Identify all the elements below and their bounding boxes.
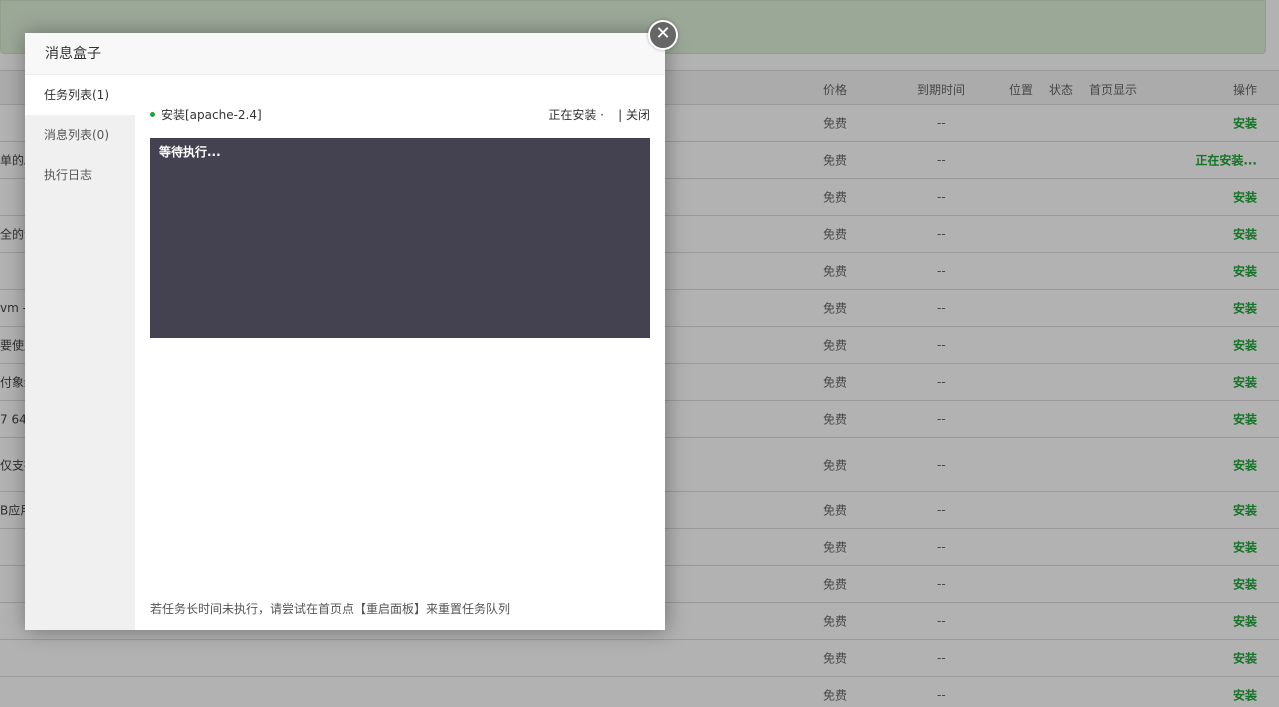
task-close-link[interactable]: | 关闭: [618, 106, 650, 123]
close-icon[interactable]: ✕: [648, 20, 678, 50]
status-dot-icon: [150, 112, 155, 117]
tab-execution-log[interactable]: 执行日志: [25, 155, 135, 195]
task-console: 等待执行...: [150, 138, 650, 338]
modal-content: 安装[apache-2.4] 正在安装 · | 关闭 等待执行... 若任务长时…: [135, 75, 665, 630]
modal-sidebar: 任务列表(1) 消息列表(0) 执行日志: [25, 75, 135, 630]
message-box-modal: 消息盒子 ✕ 任务列表(1) 消息列表(0) 执行日志 安装[apache-2.…: [25, 20, 678, 630]
modal-title: 消息盒子: [25, 33, 665, 75]
tab-task-list[interactable]: 任务列表(1): [25, 75, 135, 115]
task-item: 安装[apache-2.4] 正在安装 · | 关闭: [150, 105, 650, 123]
task-status: 正在安装 ·: [548, 108, 604, 122]
task-name: 安装[apache-2.4]: [161, 108, 262, 122]
task-tip: 若任务长时间未执行，请尝试在首页点【重启面板】来重置任务队列: [150, 602, 511, 616]
tab-message-list[interactable]: 消息列表(0): [25, 115, 135, 155]
